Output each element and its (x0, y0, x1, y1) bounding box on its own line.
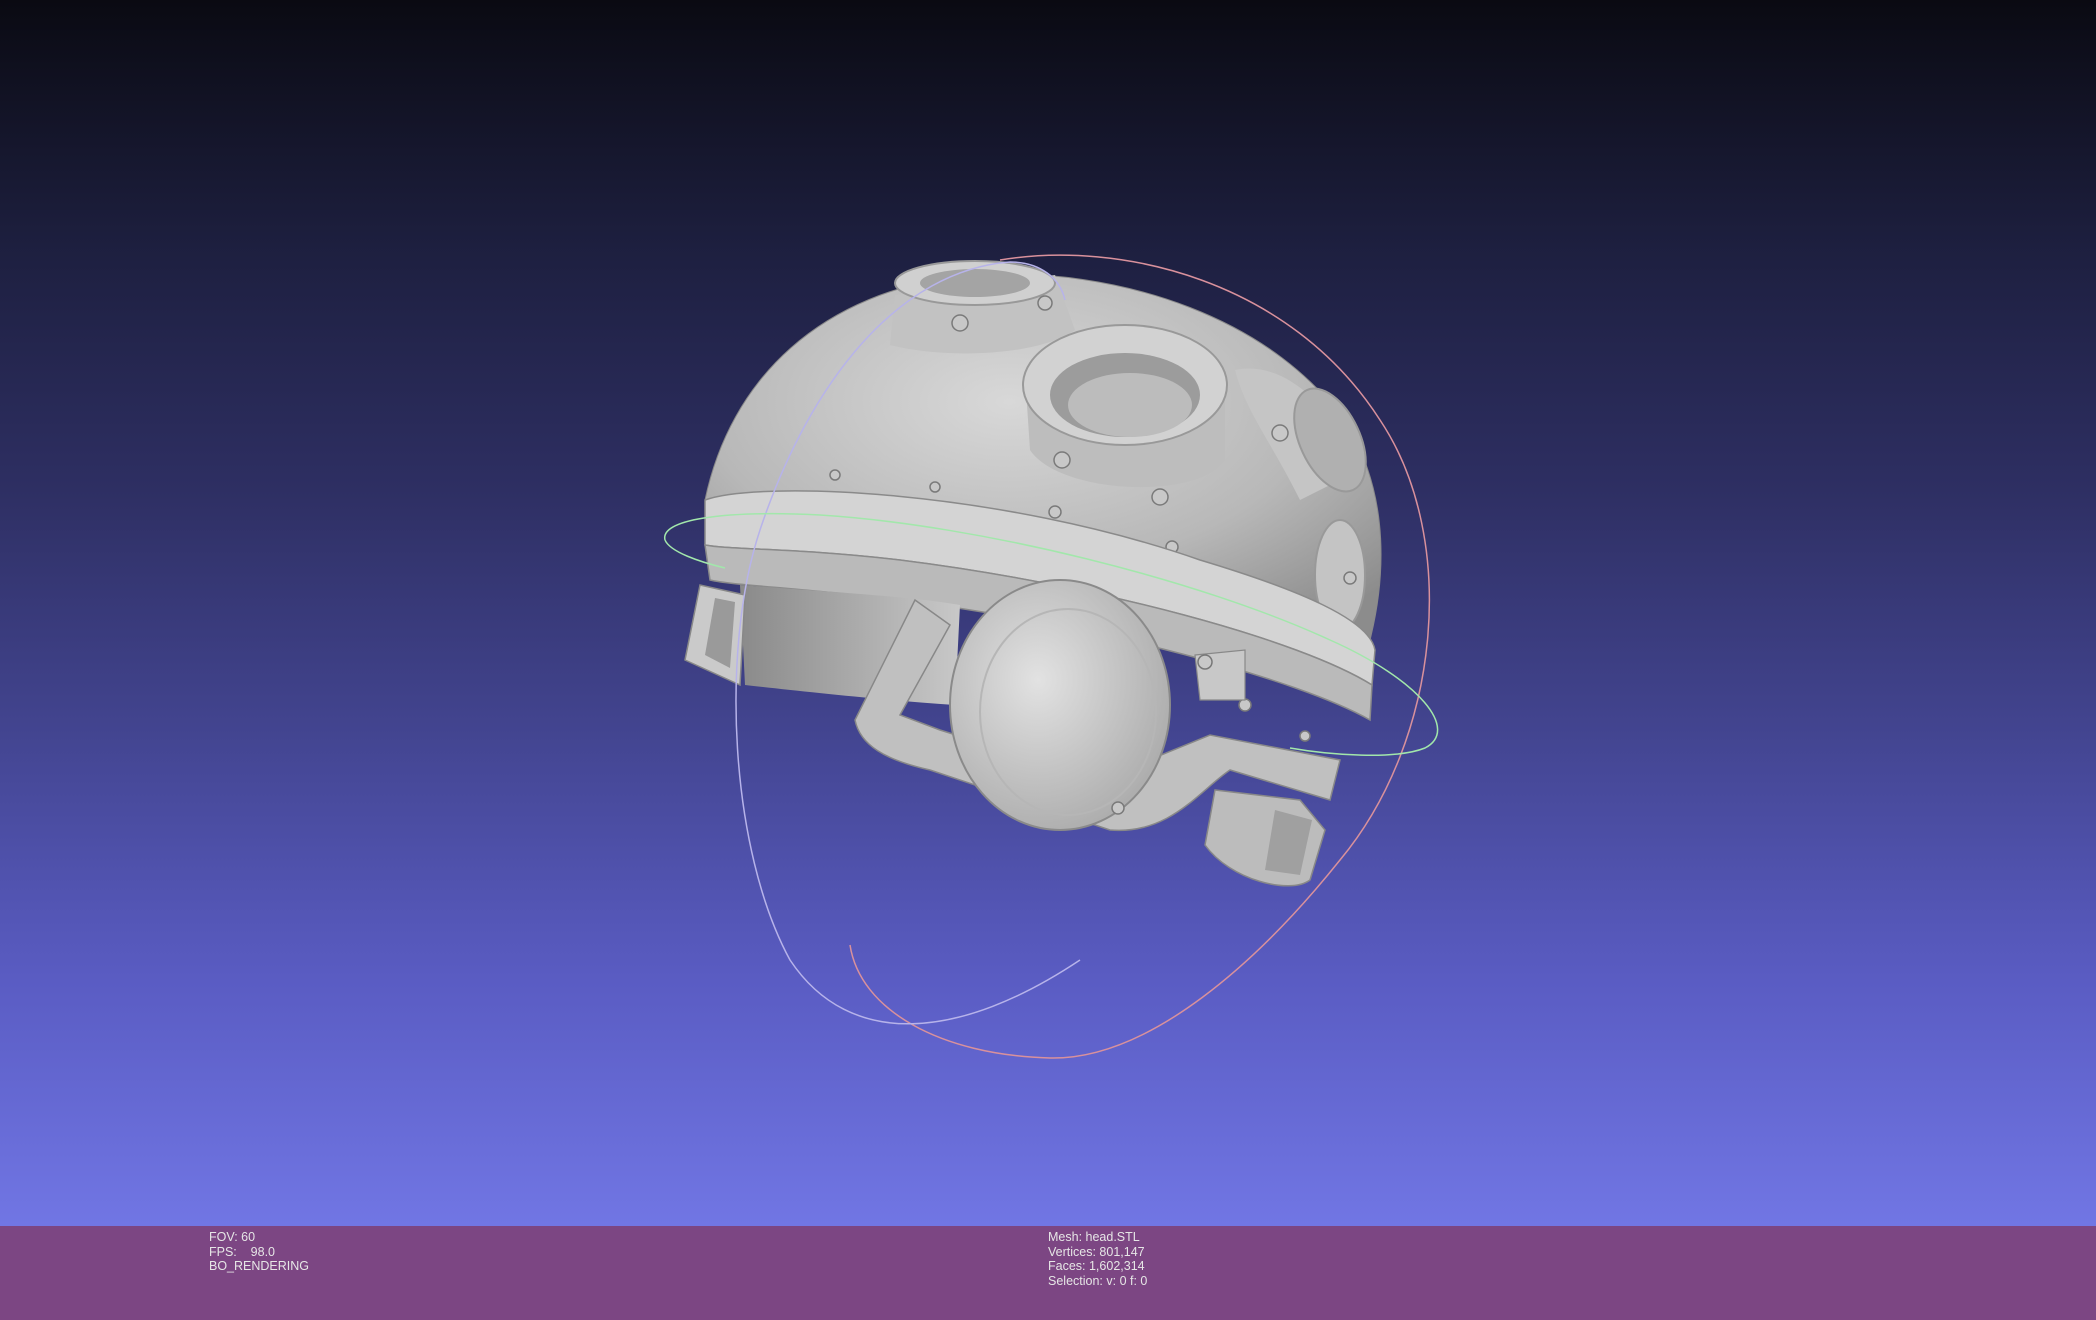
mesh-name: Mesh: head.STL (1048, 1230, 1140, 1244)
model-render[interactable] (0, 0, 2096, 1226)
right-side-flap (1204, 789, 1326, 887)
render-info: FOV: 60 FPS: 98.0 BO_RENDERING (209, 1230, 309, 1274)
3d-viewport[interactable] (0, 0, 2096, 1226)
vertex-count: Vertices: 801,147 (1048, 1244, 1145, 1259)
selection-info: Selection: v: 0 f: 0 (1048, 1273, 1148, 1288)
mesh-info: Mesh: head.STL Vertices: 801,147 Faces: … (1048, 1230, 1147, 1288)
fps-readout: FPS: 98.0 (209, 1244, 276, 1259)
face-count: Faces: 1,602,314 (1048, 1259, 1145, 1274)
render-mode: BO_RENDERING (209, 1259, 310, 1274)
status-bar: FOV: 60 FPS: 98.0 BO_RENDERING Mesh: hea… (0, 1226, 2096, 1320)
ear-pad (949, 579, 1171, 831)
front-port (1022, 324, 1228, 488)
fov-readout: FOV: 60 (209, 1230, 256, 1244)
